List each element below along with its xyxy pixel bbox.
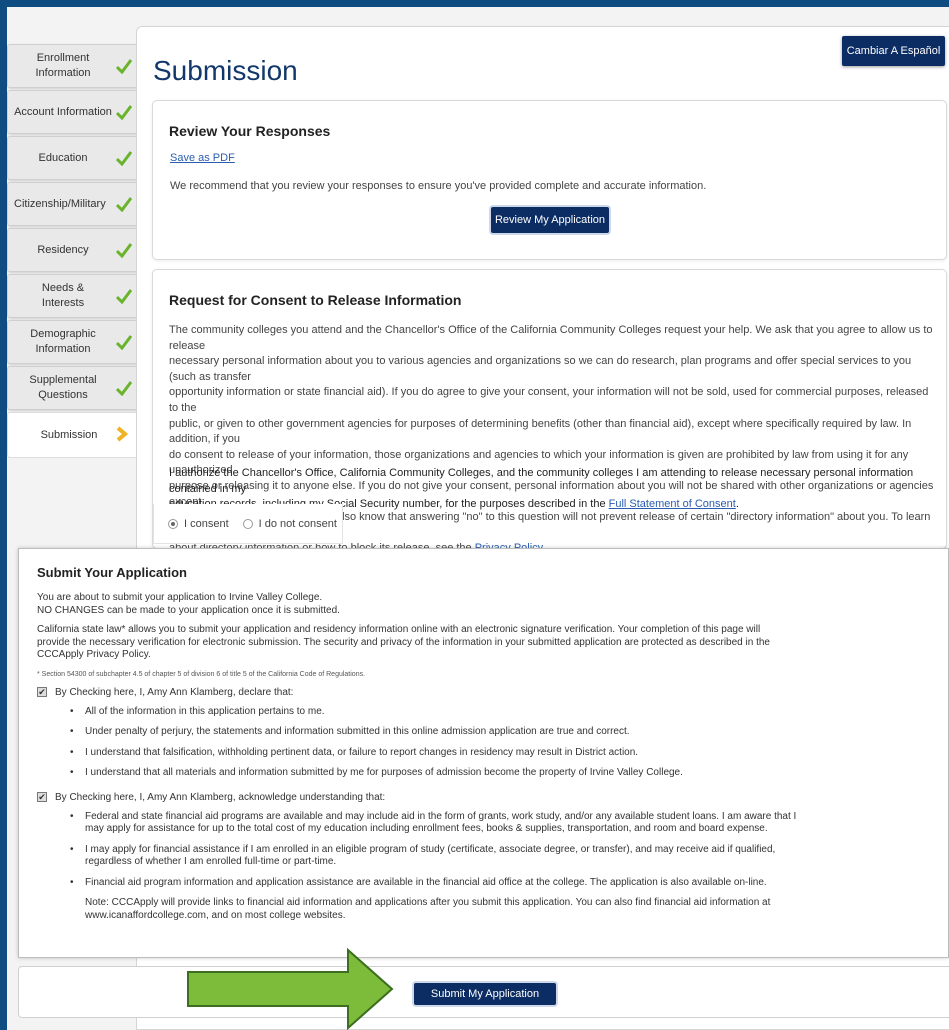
- chevron-right-icon: [116, 426, 129, 442]
- check-icon: [116, 335, 132, 350]
- law-footnote: * Section 54300 of subchapter 4.5 of cha…: [37, 670, 366, 678]
- list-item: Financial aid program information and ap…: [70, 877, 945, 890]
- review-application-button[interactable]: Review My Application: [491, 207, 609, 233]
- list-item: Federal and state financial aid programs…: [70, 811, 945, 836]
- sidebar-item-residency[interactable]: Residency: [7, 228, 136, 272]
- sidebar-item-label: Submission: [40, 428, 98, 441]
- law-statement: California state law* allows you to subm…: [37, 624, 770, 660]
- sidebar-item-submission[interactable]: Submission: [7, 412, 138, 458]
- check-icon: [116, 243, 132, 258]
- list-item: All of the information in this applicati…: [70, 706, 948, 719]
- sidebar-item-label: Citizenship/Military: [14, 197, 106, 210]
- sidebar-item-citizenship-military[interactable]: Citizenship/Military: [7, 182, 136, 226]
- sidebar-item-label: Education: [38, 151, 88, 164]
- arrow-right-icon: [187, 948, 394, 1030]
- sidebar-item-label: Needs & Interests: [41, 282, 85, 309]
- sidebar-item-label: Supplemental Questions: [29, 374, 97, 401]
- list-item: I may apply for financial assistance if …: [70, 844, 945, 869]
- sidebar-nav: Enrollment Information Account Informati…: [7, 44, 138, 460]
- not-consent-radio[interactable]: [242, 518, 253, 529]
- declare-checkbox[interactable]: ✔: [37, 687, 47, 697]
- submit-notice: You are about to submit your application…: [37, 592, 340, 616]
- review-heading: Review Your Responses: [169, 123, 331, 139]
- full-statement-link[interactable]: Full Statement of Consent: [609, 498, 736, 510]
- review-instructions: We recommend that you review your respon…: [170, 180, 707, 192]
- submit-application-button[interactable]: Submit My Application: [414, 983, 556, 1005]
- check-icon: [116, 381, 132, 396]
- sidebar-item-label: Demographic Information: [30, 328, 96, 355]
- submit-heading: Submit Your Application: [37, 565, 187, 580]
- list-item: I understand that all materials and info…: [70, 767, 948, 780]
- check-icon: [116, 151, 132, 166]
- declare-checkbox-row: ✔ By Checking here, I, Amy Ann Klamberg,…: [37, 687, 948, 698]
- sidebar-item-needs-interests[interactable]: Needs & Interests: [7, 274, 136, 318]
- consent-radio-label: I consent: [184, 517, 229, 530]
- consent-options: I consent I do not consent: [153, 504, 343, 544]
- sidebar-item-demographic-information[interactable]: Demographic Information: [7, 320, 136, 364]
- acknowledge-list: Federal and state financial aid programs…: [70, 811, 945, 890]
- declare-label: By Checking here, I, Amy Ann Klamberg, d…: [55, 686, 294, 698]
- consent-heading: Request for Consent to Release Informati…: [169, 292, 462, 308]
- sidebar-item-label: Enrollment Information: [35, 52, 91, 79]
- language-toggle-button[interactable]: Cambiar A Español: [842, 36, 945, 66]
- review-card: Review Your Responses Save as PDF We rec…: [152, 100, 947, 260]
- list-item: Under penalty of perjury, the statements…: [70, 726, 948, 739]
- not-consent-radio-label: I do not consent: [258, 517, 337, 530]
- sidebar-item-label: Residency: [37, 243, 89, 256]
- financial-aid-note: Note: CCCApply will provide links to fin…: [85, 897, 771, 921]
- check-icon: [116, 59, 132, 74]
- list-item: I understand that falsification, withhol…: [70, 747, 948, 760]
- acknowledge-label: By Checking here, I, Amy Ann Klamberg, a…: [55, 791, 386, 803]
- check-icon: [116, 197, 132, 212]
- save-as-pdf-link[interactable]: Save as PDF: [170, 152, 235, 164]
- page-title: Submission: [153, 55, 298, 86]
- check-icon: [116, 105, 132, 120]
- sidebar-item-supplemental-questions[interactable]: Supplemental Questions: [7, 366, 136, 410]
- check-icon: [116, 289, 132, 304]
- sidebar-item-account-information[interactable]: Account Information: [7, 90, 136, 134]
- sidebar-item-enrollment-information[interactable]: Enrollment Information: [7, 44, 136, 88]
- sidebar-item-label: Account Information: [14, 105, 112, 118]
- acknowledge-checkbox-row: ✔ By Checking here, I, Amy Ann Klamberg,…: [37, 792, 948, 803]
- sidebar-item-education[interactable]: Education: [7, 136, 136, 180]
- declare-list: All of the information in this applicati…: [70, 706, 948, 780]
- acknowledge-checkbox[interactable]: ✔: [37, 792, 47, 802]
- submit-application-panel: Submit Your Application You are about to…: [18, 548, 949, 958]
- consent-radio[interactable]: [168, 518, 178, 529]
